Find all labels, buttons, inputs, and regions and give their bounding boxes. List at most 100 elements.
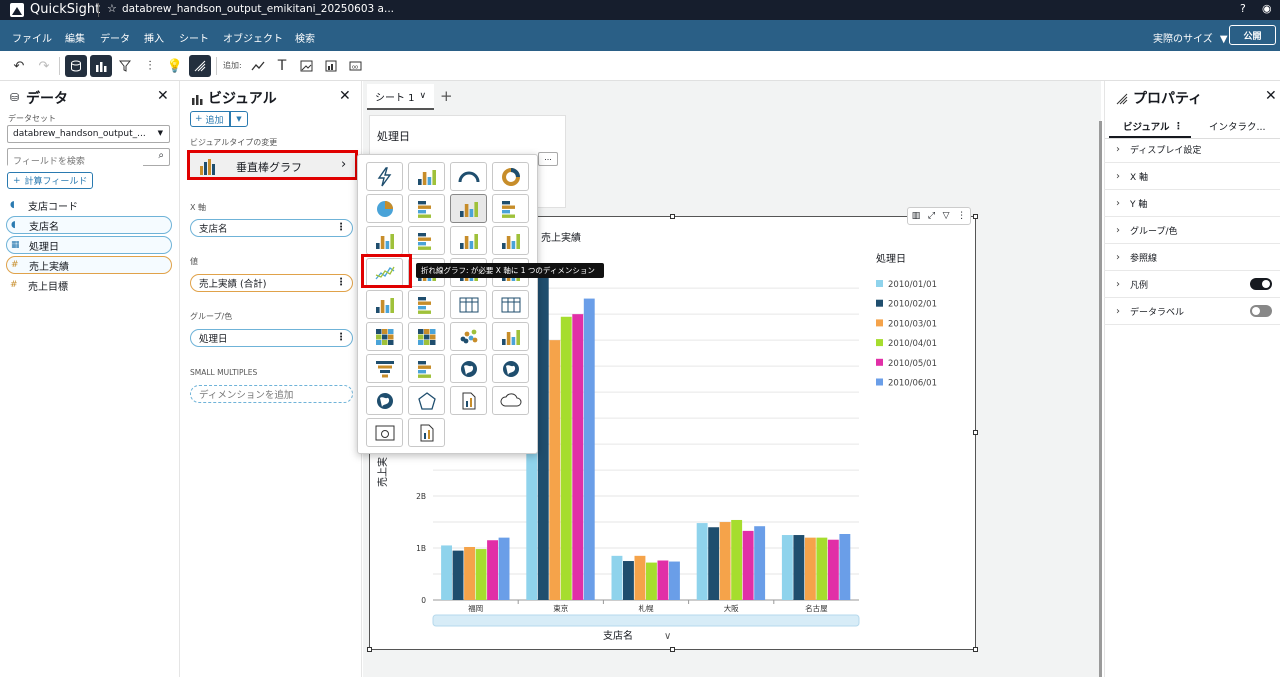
- insight-chart-icon[interactable]: [450, 386, 487, 415]
- property-section[interactable]: › ディスプレイ設定: [1104, 136, 1280, 163]
- expand-icon[interactable]: ⤢: [928, 211, 935, 221]
- value-well[interactable]: 売上実績 (合計) ⋮: [190, 274, 353, 292]
- add-visual-button[interactable]: + 追加: [190, 111, 230, 127]
- insights-bulb-icon[interactable]: 💡: [164, 55, 186, 77]
- custom-visual-chart-icon[interactable]: [366, 418, 403, 447]
- menu-data[interactable]: データ: [100, 30, 130, 45]
- property-section[interactable]: › 凡例: [1104, 271, 1280, 298]
- horizontal-bar-chart-icon[interactable]: [408, 194, 445, 223]
- property-section[interactable]: › X 軸: [1104, 163, 1280, 190]
- toggle-switch[interactable]: [1250, 278, 1272, 290]
- radar-chart-icon[interactable]: [408, 386, 445, 415]
- tree-map-chart-icon[interactable]: [408, 322, 445, 351]
- point-map-chart-icon[interactable]: [492, 354, 529, 383]
- group-well[interactable]: 処理日 ⋮: [190, 329, 353, 347]
- small-multiples-well[interactable]: ディメンションを追加: [190, 385, 353, 403]
- table-chart-icon[interactable]: [492, 290, 529, 319]
- field-item[interactable]: ◖ 支店コード: [6, 196, 172, 214]
- tab-interactions[interactable]: インタラク...: [1209, 119, 1266, 133]
- add-sheet-icon[interactable]: +: [440, 87, 453, 105]
- dataset-select[interactable]: databrew_handson_output_... ▼: [7, 125, 170, 143]
- property-section[interactable]: › グループ/色: [1104, 217, 1280, 244]
- properties-toggle-icon[interactable]: [189, 55, 211, 77]
- more-options-icon[interactable]: ⋮: [1174, 121, 1184, 132]
- search-icon[interactable]: ⌕: [158, 150, 164, 161]
- property-section[interactable]: › 参照線: [1104, 244, 1280, 271]
- user-icon[interactable]: ◉: [1262, 2, 1272, 15]
- more-options-icon[interactable]: ...: [538, 152, 558, 166]
- add-embed-icon[interactable]: oo: [344, 55, 366, 77]
- field-item[interactable]: ▦ 処理日: [6, 236, 172, 254]
- close-icon[interactable]: ✕: [1265, 88, 1277, 104]
- redo-icon[interactable]: ↷: [33, 55, 55, 77]
- more-options-icon[interactable]: ⋮: [336, 332, 346, 343]
- narrative-chart-icon[interactable]: [408, 418, 445, 447]
- filter-icon[interactable]: [114, 55, 136, 77]
- controls-icon[interactable]: ⫶: [139, 55, 161, 77]
- chart-scrollbar[interactable]: [432, 614, 860, 627]
- visual-type-icon[interactable]: ▥: [912, 211, 921, 221]
- property-section[interactable]: › Y 軸: [1104, 190, 1280, 217]
- vertical-bar-chart-icon[interactable]: [450, 194, 487, 223]
- calc-field-button[interactable]: + 計算フィールド: [7, 172, 93, 189]
- more-options-icon[interactable]: ⋮: [336, 277, 346, 288]
- gauge-chart-icon[interactable]: [450, 162, 487, 191]
- waterfall-chart-icon[interactable]: [492, 226, 529, 255]
- vertical-stacked-100-chart-icon[interactable]: [450, 226, 487, 255]
- horizontal-stacked-chart-icon[interactable]: [492, 194, 529, 223]
- sankey-chart-icon[interactable]: [408, 354, 445, 383]
- x-axis-well[interactable]: 支店名 ⋮: [190, 219, 353, 237]
- horizontal-stacked-100-chart-icon[interactable]: [408, 226, 445, 255]
- visual-panel-toggle-icon[interactable]: [90, 55, 112, 77]
- resize-handle[interactable]: [973, 214, 978, 219]
- box-plot-chart-icon[interactable]: [408, 290, 445, 319]
- heatmap-chart-icon[interactable]: [366, 322, 403, 351]
- waterfall-up-chart-icon[interactable]: [408, 162, 445, 191]
- scrollbar[interactable]: [1099, 121, 1102, 677]
- filled-map-chart-icon[interactable]: [450, 354, 487, 383]
- help-icon[interactable]: ?: [1240, 2, 1246, 15]
- combo-line-bar-chart-icon[interactable]: [366, 290, 403, 319]
- more-options-icon[interactable]: ⋮: [336, 222, 346, 233]
- vertical-stacked-bar-chart-icon[interactable]: [366, 226, 403, 255]
- publish-button[interactable]: 公開: [1229, 25, 1276, 45]
- donut-chart-icon[interactable]: [492, 162, 529, 191]
- funnel-chart-icon[interactable]: [366, 354, 403, 383]
- tab-visual[interactable]: ビジュアル ⋮: [1109, 116, 1191, 138]
- resize-handle[interactable]: [670, 214, 675, 219]
- resize-handle[interactable]: [973, 430, 978, 435]
- menu-sheet[interactable]: シート: [179, 30, 209, 45]
- add-visual-icon[interactable]: [247, 55, 269, 77]
- field-search-input[interactable]: [8, 154, 143, 170]
- property-section[interactable]: › データラベル: [1104, 298, 1280, 325]
- filter-icon[interactable]: ▽: [943, 211, 950, 221]
- close-icon[interactable]: ✕: [157, 88, 169, 104]
- toggle-switch[interactable]: [1250, 305, 1272, 317]
- favorite-star-icon[interactable]: ☆: [107, 2, 117, 15]
- word-cloud-chart-icon[interactable]: [492, 386, 529, 415]
- sheet-tab[interactable]: シート 1 ∨: [367, 84, 434, 110]
- size-dropdown[interactable]: 実際のサイズ ▼: [1153, 30, 1228, 45]
- menu-search[interactable]: 検索: [295, 30, 315, 45]
- visual-type-selector[interactable]: 垂直棒グラフ ›: [187, 150, 358, 180]
- resize-handle[interactable]: [367, 647, 372, 652]
- menu-edit[interactable]: 編集: [65, 30, 85, 45]
- kpi-chart-icon[interactable]: [366, 162, 403, 191]
- resize-handle[interactable]: [670, 647, 675, 652]
- add-image-icon[interactable]: [295, 55, 317, 77]
- add-insight-icon[interactable]: [320, 55, 342, 77]
- menu-insert[interactable]: 挿入: [144, 30, 164, 45]
- add-visual-dropdown-icon[interactable]: ▼: [230, 111, 248, 127]
- pivot-table-chart-icon[interactable]: [450, 290, 487, 319]
- scatter-chart-icon[interactable]: [450, 322, 487, 351]
- resize-handle[interactable]: [973, 647, 978, 652]
- menu-file[interactable]: ファイル: [12, 30, 52, 45]
- pie-chart-icon[interactable]: [366, 194, 403, 223]
- field-item[interactable]: # 売上目標: [6, 276, 172, 294]
- add-text-icon[interactable]: T: [271, 55, 293, 77]
- geo-layer-map-chart-icon[interactable]: [366, 386, 403, 415]
- data-panel-toggle-icon[interactable]: [65, 55, 87, 77]
- undo-icon[interactable]: ↶: [8, 55, 30, 77]
- more-options-icon[interactable]: ⋮: [957, 211, 966, 221]
- close-icon[interactable]: ✕: [339, 88, 351, 104]
